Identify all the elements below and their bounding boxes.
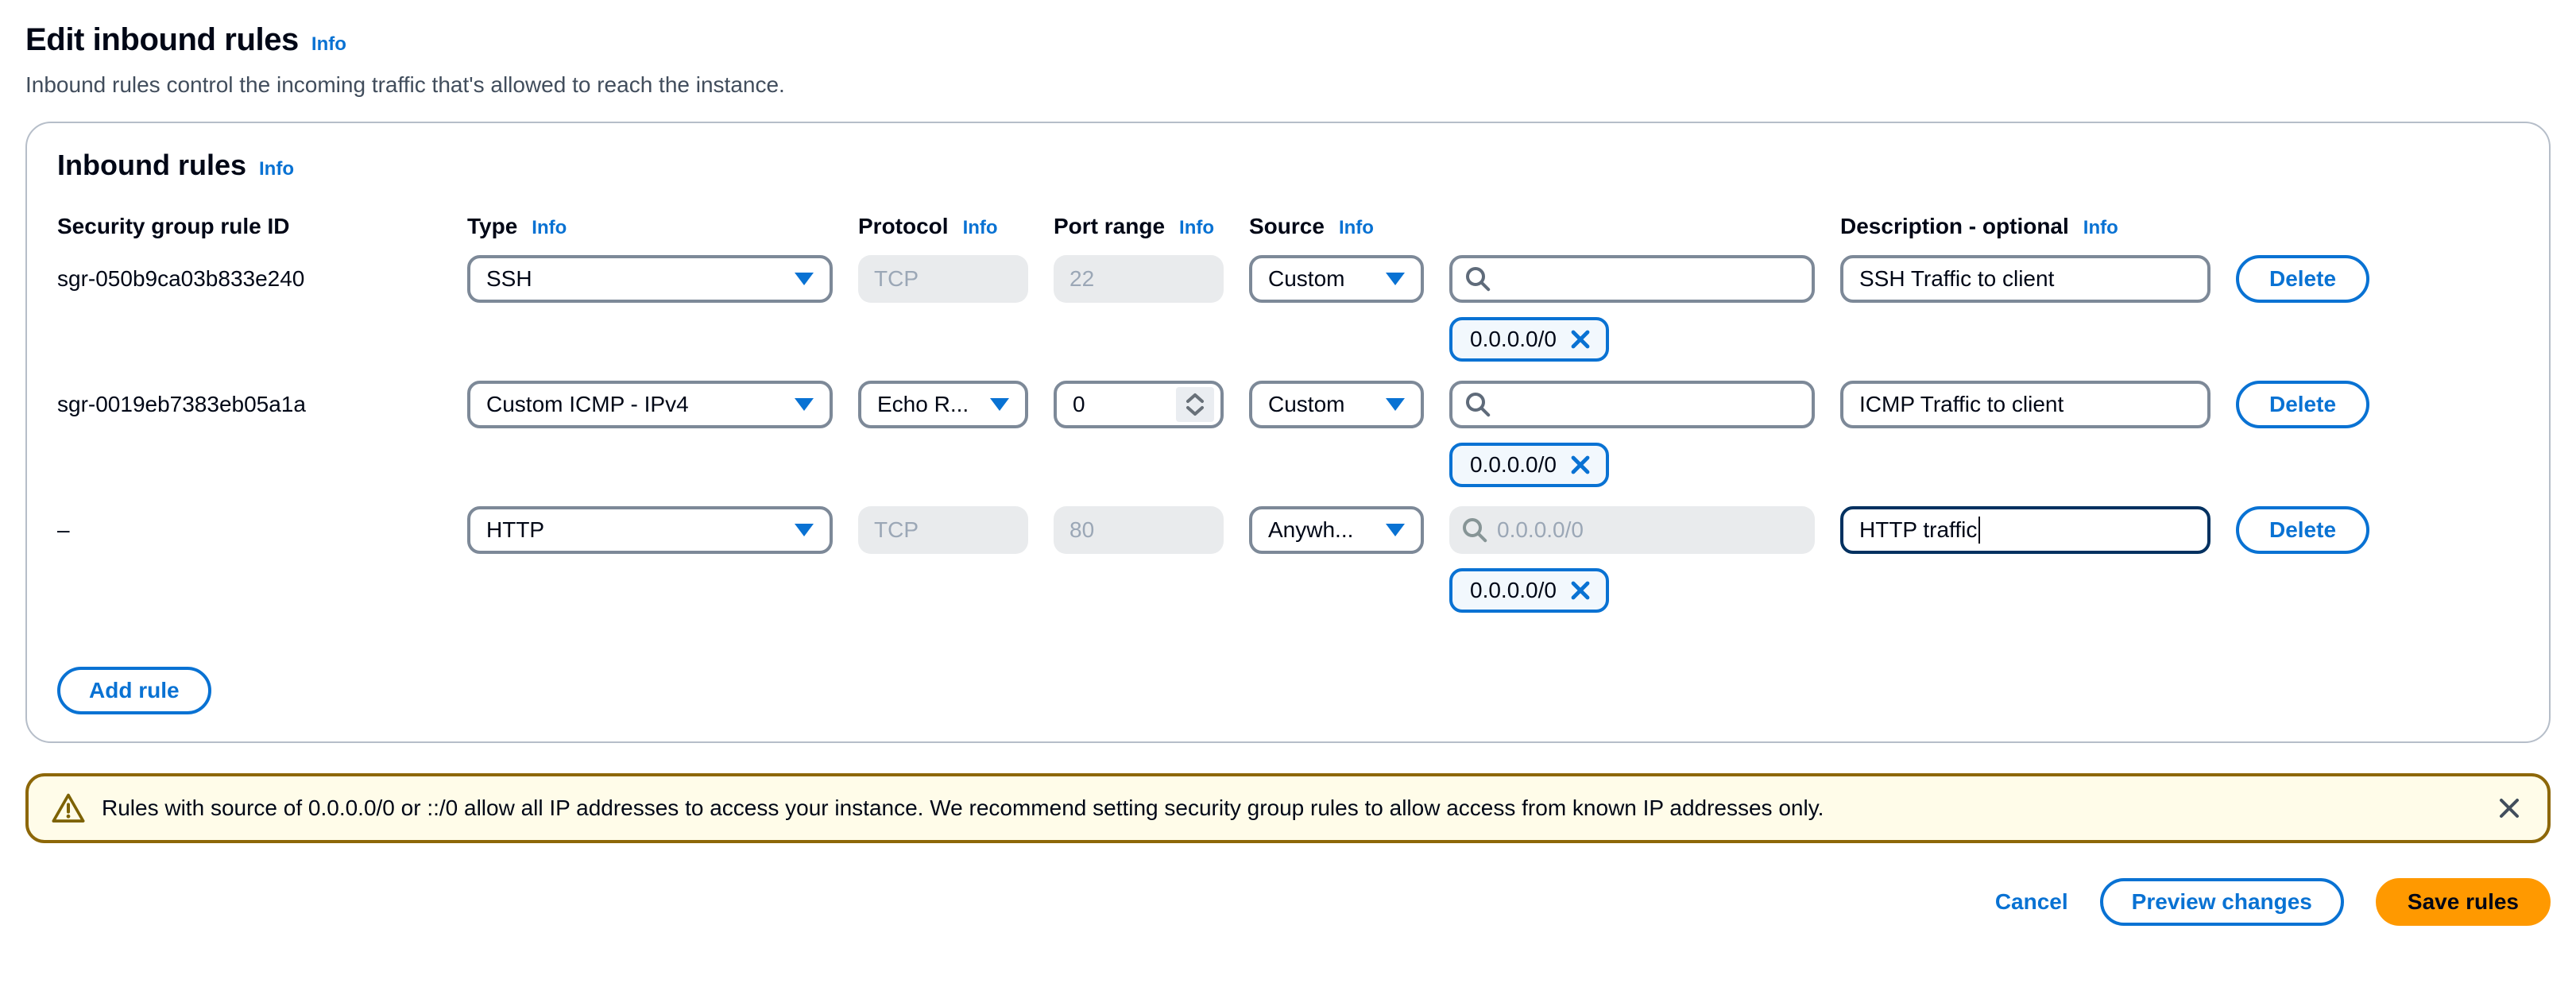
description-input[interactable]: SSH Traffic to client [1840, 255, 2210, 303]
protocol-field: TCP [858, 506, 1028, 554]
page-subtitle: Inbound rules control the incoming traff… [25, 72, 2551, 98]
source-chip-value: 0.0.0.0/0 [1470, 327, 1557, 352]
source-search-placeholder: 0.0.0.0/0 [1497, 517, 1584, 543]
panel-title-info-link[interactable]: Info [259, 158, 294, 180]
chevron-down-icon [990, 398, 1009, 411]
remove-source-icon[interactable] [1569, 328, 1592, 350]
type-select-value: SSH [486, 266, 532, 292]
column-header-row: Security group rule ID Type Info Protoco… [57, 214, 2519, 239]
close-icon[interactable] [2497, 795, 2522, 821]
source-search-input[interactable] [1449, 255, 1815, 303]
remove-source-icon[interactable] [1569, 454, 1592, 476]
col-header-type: Type [467, 214, 517, 239]
source-chip: 0.0.0.0/0 [1449, 443, 1609, 487]
source-type-value: Custom [1268, 266, 1344, 292]
delete-rule-button[interactable]: Delete [2236, 381, 2369, 428]
save-rules-button[interactable]: Save rules [2376, 878, 2551, 926]
rule-id: – [57, 517, 442, 543]
chevron-down-icon [795, 273, 814, 285]
rule-row-icmp: sgr-0019eb7383eb05a1a Custom ICMP - IPv4… [57, 381, 2519, 487]
footer-actions: Cancel Preview changes Save rules [25, 878, 2551, 926]
type-select[interactable]: HTTP [467, 506, 833, 554]
col-header-source: Source [1249, 214, 1325, 239]
chevron-down-icon [795, 524, 814, 536]
port-range-input[interactable]: 0 [1054, 381, 1224, 428]
port-range-field: 22 [1054, 255, 1224, 303]
type-select[interactable]: Custom ICMP - IPv4 [467, 381, 833, 428]
chevron-down-icon [1386, 273, 1405, 285]
panel-title: Inbound rules [57, 149, 246, 182]
source-info-link[interactable]: Info [1339, 217, 1374, 239]
rule-row-ssh: sgr-050b9ca03b833e240 SSH TCP 22 Custom [57, 255, 2519, 362]
col-header-rule-id: Security group rule ID [57, 214, 290, 239]
cancel-button[interactable]: Cancel [1995, 889, 2068, 915]
source-type-select[interactable]: Custom [1249, 255, 1424, 303]
type-select-value: Custom ICMP - IPv4 [486, 392, 689, 417]
chevron-down-icon [795, 398, 814, 411]
source-type-value: Anywh... [1268, 517, 1353, 543]
source-type-select[interactable]: Anywh... [1249, 506, 1424, 554]
chevron-up-icon [1186, 393, 1205, 404]
preview-changes-button[interactable]: Preview changes [2100, 878, 2344, 926]
source-search-input[interactable] [1449, 381, 1815, 428]
page-title: Edit inbound rules [25, 22, 299, 58]
col-header-protocol: Protocol [858, 214, 949, 239]
source-type-value: Custom [1268, 392, 1344, 417]
remove-source-icon[interactable] [1569, 579, 1592, 602]
chevron-down-icon [1386, 524, 1405, 536]
col-header-port-range: Port range [1054, 214, 1165, 239]
protocol-info-link[interactable]: Info [963, 217, 998, 239]
source-type-select[interactable]: Custom [1249, 381, 1424, 428]
source-chip: 0.0.0.0/0 [1449, 317, 1609, 362]
source-search-input: 0.0.0.0/0 [1449, 506, 1815, 554]
description-input[interactable]: ICMP Traffic to client [1840, 381, 2210, 428]
inbound-rules-panel: Inbound rules Info Security group rule I… [25, 122, 2551, 743]
protocol-field: TCP [858, 255, 1028, 303]
text-cursor [1978, 517, 1980, 544]
type-select-value: HTTP [486, 517, 544, 543]
type-select[interactable]: SSH [467, 255, 833, 303]
rule-row-http: – HTTP TCP 80 Anywh... [57, 506, 2519, 613]
chevron-down-icon [1186, 405, 1205, 416]
col-header-description: Description - optional [1840, 214, 2069, 239]
delete-rule-button[interactable]: Delete [2236, 255, 2369, 303]
warning-banner: Rules with source of 0.0.0.0/0 or ::/0 a… [25, 773, 2551, 843]
source-chip: 0.0.0.0/0 [1449, 568, 1609, 613]
port-range-field: 80 [1054, 506, 1224, 554]
description-input[interactable]: HTTP traffic [1840, 506, 2210, 554]
page-title-info-link[interactable]: Info [311, 33, 346, 56]
source-chip-value: 0.0.0.0/0 [1470, 452, 1557, 478]
rule-id: sgr-050b9ca03b833e240 [57, 266, 442, 292]
warning-message: Rules with source of 0.0.0.0/0 or ::/0 a… [102, 795, 2481, 821]
source-chip-value: 0.0.0.0/0 [1470, 578, 1557, 603]
protocol-select[interactable]: Echo R... [858, 381, 1028, 428]
page-header: Edit inbound rules Info [25, 22, 2551, 58]
description-info-link[interactable]: Info [2083, 217, 2118, 239]
add-rule-button[interactable]: Add rule [57, 667, 211, 714]
edit-inbound-rules-page: Edit inbound rules Info Inbound rules co… [0, 0, 2576, 987]
type-info-link[interactable]: Info [532, 217, 567, 239]
chevron-down-icon [1386, 398, 1405, 411]
warning-icon [51, 791, 86, 826]
rule-id: sgr-0019eb7383eb05a1a [57, 392, 442, 417]
number-stepper[interactable] [1176, 387, 1214, 422]
search-icon [1462, 517, 1487, 543]
delete-rule-button[interactable]: Delete [2236, 506, 2369, 554]
protocol-select-value: Echo R... [877, 392, 969, 417]
port-range-info-link[interactable]: Info [1179, 217, 1214, 239]
search-icon [1465, 392, 1491, 417]
search-icon [1465, 266, 1491, 292]
